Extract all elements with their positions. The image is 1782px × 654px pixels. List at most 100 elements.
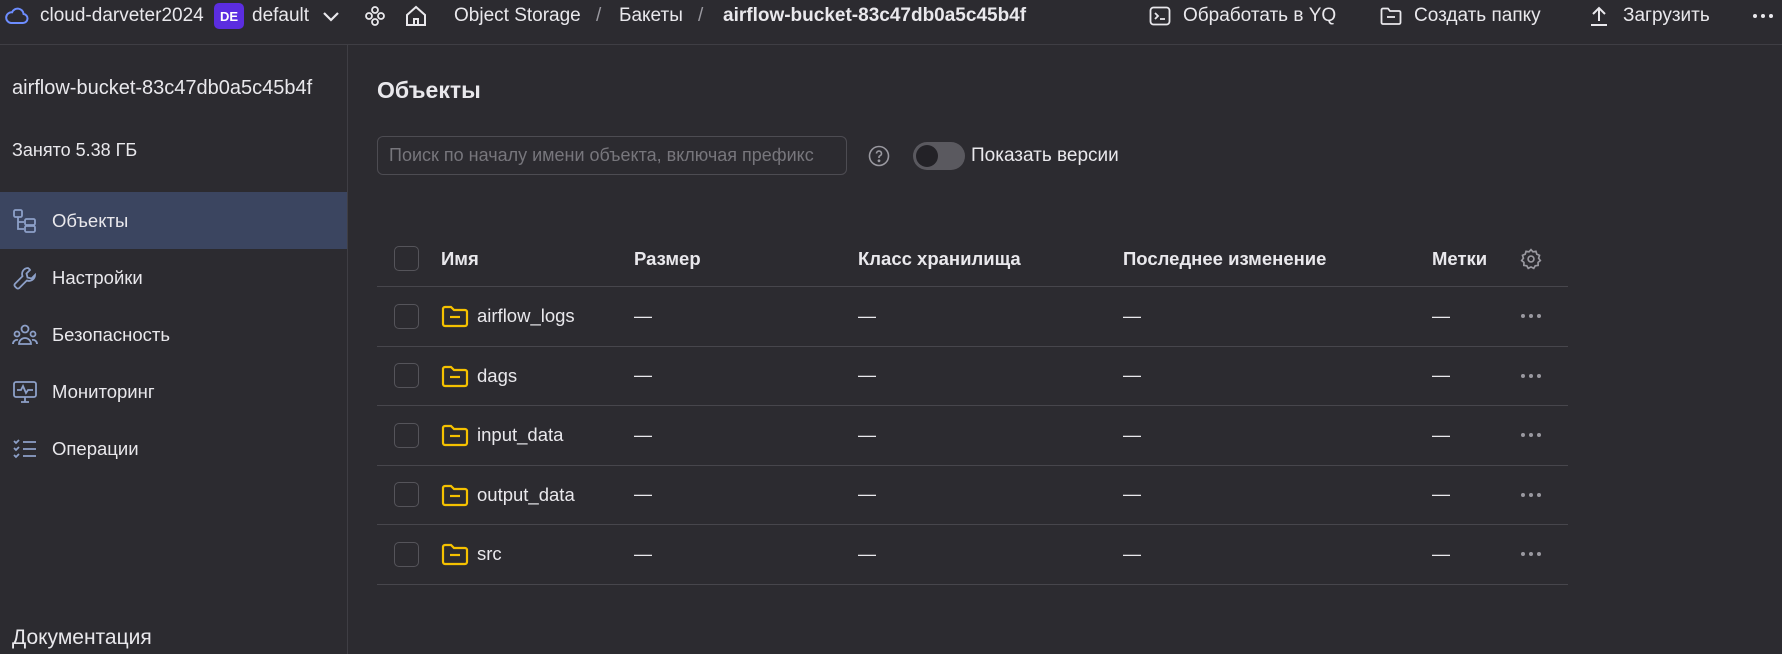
object-size: — <box>634 543 652 564</box>
row-checkbox[interactable] <box>394 541 419 567</box>
gear-icon[interactable] <box>1520 247 1544 270</box>
sidebar-item-label: Безопасность <box>52 323 171 345</box>
breadcrumb-buckets[interactable]: Бакеты <box>619 0 683 32</box>
object-modified: — <box>1123 305 1141 326</box>
object-size: — <box>634 424 652 445</box>
select-all-checkbox[interactable] <box>394 246 419 271</box>
sidebar-item-objects[interactable]: Объекты <box>0 192 347 249</box>
object-tags: — <box>1432 484 1450 505</box>
sidebar: airflow-bucket-83c47db0a5c45b4f Занято 5… <box>0 45 348 654</box>
folder-name[interactable]: default <box>252 0 309 32</box>
sidebar-nav: Объекты Настройки Безопасность Мониторин… <box>0 192 347 477</box>
table-row[interactable]: dags — — — — <box>377 347 1568 406</box>
row-checkbox[interactable] <box>394 363 419 389</box>
objects-icon <box>12 208 38 234</box>
bucket-used-space: Занято 5.38 ГБ <box>12 140 138 160</box>
table-row[interactable]: input_data — — — — <box>377 406 1568 466</box>
folder-icon <box>441 364 469 388</box>
sidebar-item-security[interactable]: Безопасность <box>0 306 347 363</box>
object-tags: — <box>1432 424 1450 445</box>
toggle-knob <box>916 145 938 167</box>
breadcrumb-object-storage[interactable]: Object Storage <box>454 0 581 32</box>
more-actions-icon[interactable] <box>1520 313 1544 319</box>
folder-icon <box>441 304 469 328</box>
more-icon[interactable] <box>1752 0 1778 32</box>
upload-label: Загрузить <box>1623 5 1710 26</box>
folder-icon <box>441 483 469 507</box>
cloud-icon[interactable] <box>5 0 29 32</box>
column-header-modified[interactable]: Последнее изменение <box>1123 231 1326 286</box>
folder-icon <box>1380 7 1404 25</box>
process-yq-label: Обработать в YQ <box>1183 5 1337 26</box>
main-content: Объекты Показать версии Имя Размер Класс… <box>348 45 1782 654</box>
object-size: — <box>634 305 652 326</box>
cloud-name[interactable]: cloud-darveter2024 <box>40 0 204 32</box>
create-folder-label: Создать папку <box>1414 5 1541 26</box>
objects-table: Имя Размер Класс хранилища Последнее изм… <box>377 231 1568 585</box>
object-storage-class: — <box>858 543 876 564</box>
folder-icon <box>441 423 469 447</box>
table-row[interactable]: output_data — — — — <box>377 466 1568 525</box>
object-storage-class: — <box>858 424 876 445</box>
more-actions-icon[interactable] <box>1520 551 1544 557</box>
show-versions-label: Показать версии <box>971 145 1119 166</box>
bucket-name: airflow-bucket-83c47db0a5c45b4f <box>12 77 313 99</box>
help-icon[interactable] <box>868 145 890 167</box>
sidebar-item-label: Операции <box>52 437 139 459</box>
users-icon <box>12 322 38 348</box>
process-yq-button[interactable]: Обработать в YQ <box>1149 0 1336 32</box>
chevron-down-icon[interactable] <box>322 0 346 32</box>
table-row[interactable]: src — — — — <box>377 525 1568 585</box>
object-name[interactable]: input_data <box>477 424 563 446</box>
column-header-storage-class[interactable]: Класс хранилища <box>858 231 1021 286</box>
more-actions-icon[interactable] <box>1520 373 1544 379</box>
search-input[interactable] <box>377 136 847 175</box>
create-folder-button[interactable]: Создать папку <box>1380 0 1541 32</box>
column-header-size[interactable]: Размер <box>634 231 701 286</box>
column-header-tags[interactable]: Метки <box>1432 231 1487 286</box>
object-storage-class: — <box>858 484 876 505</box>
terminal-icon <box>1149 6 1173 26</box>
breadcrumb-separator: / <box>596 5 602 26</box>
sidebar-item-operations[interactable]: Операции <box>0 420 347 477</box>
services-icon[interactable] <box>364 0 388 32</box>
table-header: Имя Размер Класс хранилища Последнее изм… <box>377 231 1568 287</box>
home-icon[interactable] <box>404 0 430 32</box>
object-size: — <box>634 365 652 386</box>
monitor-icon <box>12 379 38 405</box>
sidebar-item-settings[interactable]: Настройки <box>0 249 347 306</box>
object-modified: — <box>1123 424 1141 445</box>
more-actions-icon[interactable] <box>1520 492 1544 498</box>
object-tags: — <box>1432 543 1450 564</box>
show-versions-toggle[interactable] <box>913 142 965 170</box>
object-size: — <box>634 484 652 505</box>
more-actions-icon[interactable] <box>1520 432 1544 438</box>
top-bar: cloud-darveter2024 DE default Object Sto… <box>0 0 1782 45</box>
object-name[interactable]: dags <box>477 365 517 387</box>
row-checkbox[interactable] <box>394 303 419 329</box>
docs-link[interactable]: Документация <box>12 626 152 650</box>
upload-button[interactable]: Загрузить <box>1589 0 1710 32</box>
object-name[interactable]: output_data <box>477 484 575 506</box>
sidebar-item-monitoring[interactable]: Мониторинг <box>0 363 347 420</box>
object-name[interactable]: src <box>477 543 502 565</box>
sidebar-item-label: Объекты <box>52 209 129 231</box>
object-storage-class: — <box>858 365 876 386</box>
row-checkbox[interactable] <box>394 482 419 508</box>
object-modified: — <box>1123 365 1141 386</box>
object-modified: — <box>1123 543 1141 564</box>
list-check-icon <box>12 436 38 462</box>
column-header-name[interactable]: Имя <box>441 231 479 286</box>
row-checkbox[interactable] <box>394 422 419 448</box>
sidebar-item-label: Настройки <box>52 266 143 288</box>
page-title: Объекты <box>377 77 481 103</box>
sidebar-item-label: Мониторинг <box>52 380 155 402</box>
object-name[interactable]: airflow_logs <box>477 305 575 327</box>
upload-icon <box>1589 5 1613 27</box>
breadcrumb-bucket: airflow-bucket-83c47db0a5c45b4f <box>723 5 1027 26</box>
folder-badge[interactable]: DE <box>214 3 244 29</box>
object-modified: — <box>1123 484 1141 505</box>
table-row[interactable]: airflow_logs — — — — <box>377 287 1568 347</box>
object-storage-class: — <box>858 305 876 326</box>
wrench-icon <box>12 265 38 291</box>
